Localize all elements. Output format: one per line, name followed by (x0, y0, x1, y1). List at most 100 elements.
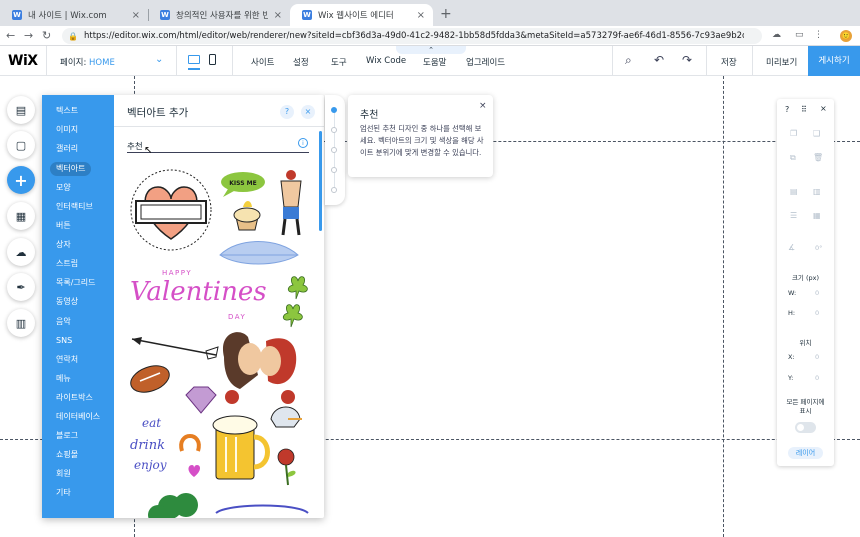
width-value[interactable]: 0 (815, 289, 819, 297)
small-heart-art[interactable] (188, 465, 201, 477)
diamond-art[interactable] (185, 386, 217, 414)
valentines-lettering-art[interactable]: HAPPY Valentines DAY (130, 269, 267, 321)
category-blog[interactable]: 블로그 (52, 429, 82, 443)
category-music[interactable]: 음악 (52, 315, 75, 329)
clover-art[interactable] (282, 276, 308, 328)
category-social[interactable]: SNS (52, 334, 76, 348)
kissing-couple-art[interactable] (222, 332, 297, 404)
close-icon[interactable]: × (820, 104, 827, 113)
pages-icon[interactable]: ▤ (7, 96, 35, 124)
step-dot[interactable] (331, 147, 337, 153)
add-icon[interactable]: + (7, 166, 35, 194)
category-gallery[interactable]: 갤러리 (52, 142, 82, 156)
blog-icon[interactable]: ✒ (7, 273, 35, 301)
delete-icon[interactable]: 🗑 (813, 153, 823, 162)
extension-icon[interactable]: ▭ (795, 30, 804, 40)
category-contact[interactable]: 연락처 (52, 353, 82, 367)
reload-icon[interactable]: ↻ (42, 29, 51, 42)
cupcake-art[interactable] (233, 201, 261, 231)
rotate-icon[interactable]: ∡ (788, 243, 795, 252)
help-icon[interactable]: ? (280, 105, 294, 119)
category-box[interactable]: 상자 (52, 238, 75, 252)
horseshoe-art[interactable] (179, 434, 201, 452)
panel-scrollbar[interactable] (319, 131, 322, 231)
helmet-art[interactable] (270, 406, 302, 428)
category-more[interactable]: 기타 (52, 486, 75, 500)
forward-icon[interactable]: → (24, 29, 33, 42)
kiss-me-bubble-art[interactable]: KISS ME (221, 172, 265, 197)
angle-value[interactable]: 0° (815, 244, 822, 252)
menu-site[interactable]: 사이트 (251, 56, 274, 68)
boxer-art[interactable] (280, 170, 302, 236)
category-strip[interactable]: 스트립 (52, 257, 82, 271)
height-value[interactable]: 0 (815, 309, 819, 317)
menu-upgrade[interactable]: 업그레이드 (466, 56, 505, 68)
layers-button[interactable]: 레이어 (788, 447, 823, 459)
step-dot[interactable] (331, 187, 337, 193)
menu-wix-code[interactable]: Wix Code (366, 56, 406, 66)
category-vector-art[interactable]: 벡터아트 (50, 162, 92, 176)
blue-pattern-art[interactable] (215, 504, 309, 514)
redo-icon[interactable]: ↷ (682, 53, 692, 67)
profile-avatar[interactable]: 🙂 (840, 30, 852, 42)
bookings-icon[interactable]: ▥ (7, 309, 35, 337)
category-list-grid[interactable]: 목록/그리드 (52, 276, 100, 290)
beer-mug-art[interactable] (212, 415, 270, 480)
close-icon[interactable]: × (301, 105, 315, 119)
distribute-icon[interactable]: ▦ (813, 211, 821, 220)
help-icon[interactable]: ? (785, 105, 789, 114)
background-icon[interactable]: ▢ (7, 131, 35, 159)
desktop-view-icon[interactable] (188, 55, 200, 64)
blue-leaf-art[interactable] (219, 241, 299, 265)
copy-icon[interactable]: ❐ (790, 129, 797, 138)
url-field[interactable]: 🔒 https://editor.wix.com/html/editor/web… (62, 28, 762, 44)
close-icon[interactable]: × (479, 101, 487, 111)
info-icon[interactable]: i (298, 138, 308, 148)
category-button[interactable]: 버튼 (52, 219, 75, 233)
extension-icon[interactable]: ☁ (772, 30, 781, 40)
mobile-view-icon[interactable] (209, 54, 216, 65)
new-tab-icon[interactable]: + (440, 6, 452, 22)
zoom-icon[interactable]: ⌕ (625, 53, 632, 68)
duplicate-icon[interactable]: ⧉ (790, 153, 796, 163)
close-tab-icon[interactable]: × (417, 10, 425, 21)
step-dot[interactable] (331, 127, 337, 133)
green-leaves-art[interactable] (148, 493, 198, 518)
arrow-art[interactable] (131, 337, 219, 360)
category-lightbox[interactable]: 라이트박스 (52, 391, 97, 405)
category-store[interactable]: 쇼핑몰 (52, 448, 82, 462)
apps-icon[interactable]: ▦ (7, 202, 35, 230)
collapse-topbar-button[interactable]: ⌃ (396, 46, 466, 54)
category-text[interactable]: 텍스트 (52, 104, 82, 118)
menu-dots-icon[interactable]: ⋮ (814, 30, 823, 40)
tab-wix-editor[interactable]: W Wix 웹사이트 에디터 × (290, 4, 433, 26)
category-video[interactable]: 동영상 (52, 295, 82, 309)
tab-my-sites[interactable]: W 내 사이트 | Wix.com × (0, 4, 148, 26)
drag-handle-icon[interactable]: ⠿ (801, 105, 807, 114)
category-shape[interactable]: 모양 (52, 181, 75, 195)
align-icon[interactable]: ☰ (790, 211, 797, 220)
eat-drink-enjoy-art[interactable]: eat drink enjoy (130, 416, 167, 472)
arrange-icon[interactable]: ▤ (790, 187, 798, 196)
rose-art[interactable] (277, 448, 296, 486)
save-button[interactable]: 저장 (721, 56, 737, 68)
chevron-down-icon[interactable]: ⌄ (155, 54, 163, 65)
y-value[interactable]: 0 (815, 374, 819, 382)
category-menu[interactable]: 메뉴 (52, 372, 75, 386)
menu-settings[interactable]: 설정 (293, 56, 309, 68)
paste-icon[interactable]: ❑ (813, 129, 820, 138)
arrange-back-icon[interactable]: ▥ (813, 187, 821, 196)
step-dot-active[interactable] (331, 107, 337, 113)
category-image[interactable]: 이미지 (52, 123, 82, 137)
show-all-pages-toggle[interactable] (795, 422, 816, 433)
close-tab-icon[interactable]: × (132, 10, 140, 21)
category-database[interactable]: 데이터베이스 (52, 410, 104, 424)
football-art[interactable] (128, 361, 173, 397)
tab-blank-homepage[interactable]: W 창의적인 사용자를 위한 빈 홈페이지 × (148, 4, 290, 26)
step-dot[interactable] (331, 167, 337, 173)
menu-tools[interactable]: 도구 (331, 56, 347, 68)
back-icon[interactable]: ← (6, 29, 15, 42)
menu-help[interactable]: 도움말 (423, 56, 446, 68)
preview-button[interactable]: 미리보기 (766, 56, 797, 68)
publish-button[interactable]: 게시하기 (808, 46, 860, 76)
